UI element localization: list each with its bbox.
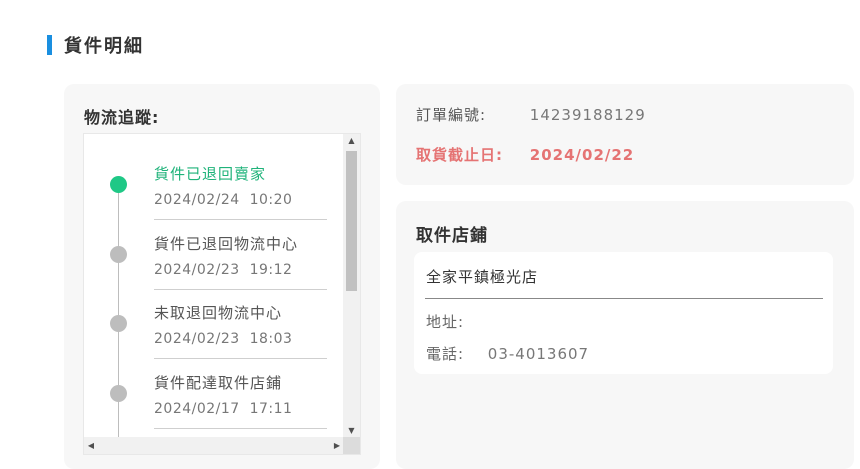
store-address-row: 地址: bbox=[426, 311, 482, 332]
store-title: 取件店鋪 bbox=[416, 226, 488, 246]
timeline-item: 未取退回物流中心 2024/02/23 18:03 bbox=[84, 273, 344, 347]
timeline-item: 貨件已退回物流中心 2024/02/23 19:12 bbox=[84, 204, 344, 278]
store-address-label: 地址: bbox=[426, 313, 465, 331]
scroll-up-icon[interactable]: ▲ bbox=[343, 134, 360, 148]
store-name: 全家平鎮極光店 bbox=[426, 268, 539, 286]
horizontal-scrollbar[interactable]: ◀ ▶ bbox=[84, 437, 344, 454]
pickup-store-card: 取件店鋪 全家平鎮極光店 地址: 電話: 03-4013607 bbox=[396, 201, 854, 469]
store-phone-row: 電話: 03-4013607 bbox=[426, 343, 589, 364]
tracking-title: 物流追蹤: bbox=[84, 108, 160, 127]
scroll-left-icon[interactable]: ◀ bbox=[84, 437, 98, 454]
scroll-down-icon[interactable]: ▼ bbox=[343, 424, 360, 438]
timeline-status: 貨件已退回賣家 bbox=[154, 165, 267, 183]
tracking-scroll-box[interactable]: 貨件已退回賣家 2024/02/24 10:20 貨件已退回物流中心 2024/… bbox=[83, 133, 361, 455]
pickup-deadline-label: 取貨截止日: bbox=[416, 146, 503, 164]
section-header: 貨件明細 bbox=[47, 33, 144, 57]
status-dot-icon bbox=[110, 176, 127, 193]
accent-bar bbox=[47, 35, 52, 55]
tracking-card: 物流追蹤: 貨件已退回賣家 2024/02/24 10:20 貨件已退回物流中心… bbox=[64, 84, 380, 469]
order-number-value: 14239188129 bbox=[529, 106, 646, 124]
timeline-status: 貨件配達取件店鋪 bbox=[154, 374, 283, 392]
order-info-card: 訂單編號: 14239188129 取貨截止日: 2024/02/22 bbox=[396, 84, 854, 185]
pickup-deadline-row: 取貨截止日: 2024/02/22 bbox=[416, 144, 634, 165]
page-title: 貨件明細 bbox=[64, 36, 144, 57]
timeline-item: 貨件配達取件店鋪 2024/02/17 17:11 bbox=[84, 343, 344, 417]
timeline-separator bbox=[154, 428, 327, 429]
scroll-right-icon[interactable]: ▶ bbox=[330, 437, 344, 454]
status-dot-icon bbox=[110, 315, 127, 332]
store-divider bbox=[425, 298, 823, 299]
timeline-item: 貨件已退回賣家 2024/02/24 10:20 bbox=[84, 134, 344, 208]
status-dot-icon bbox=[110, 385, 127, 402]
scroll-thumb[interactable] bbox=[346, 151, 357, 291]
order-number-row: 訂單編號: 14239188129 bbox=[416, 104, 646, 125]
vertical-scrollbar[interactable]: ▲ ▼ bbox=[343, 134, 360, 438]
timeline-status: 未取退回物流中心 bbox=[154, 304, 283, 322]
store-phone-value: 03-4013607 bbox=[487, 345, 590, 363]
order-number-label: 訂單編號: bbox=[416, 106, 487, 124]
store-phone-label: 電話: bbox=[426, 345, 465, 363]
timeline-status: 貨件已退回物流中心 bbox=[154, 235, 299, 253]
tracking-timeline: 貨件已退回賣家 2024/02/24 10:20 貨件已退回物流中心 2024/… bbox=[84, 134, 344, 438]
scroll-corner bbox=[343, 437, 360, 454]
status-dot-icon bbox=[110, 246, 127, 263]
timeline-time: 2024/02/17 17:11 bbox=[154, 401, 293, 417]
store-detail-box: 全家平鎮極光店 地址: 電話: 03-4013607 bbox=[414, 252, 833, 374]
pickup-deadline-value: 2024/02/22 bbox=[529, 146, 635, 164]
